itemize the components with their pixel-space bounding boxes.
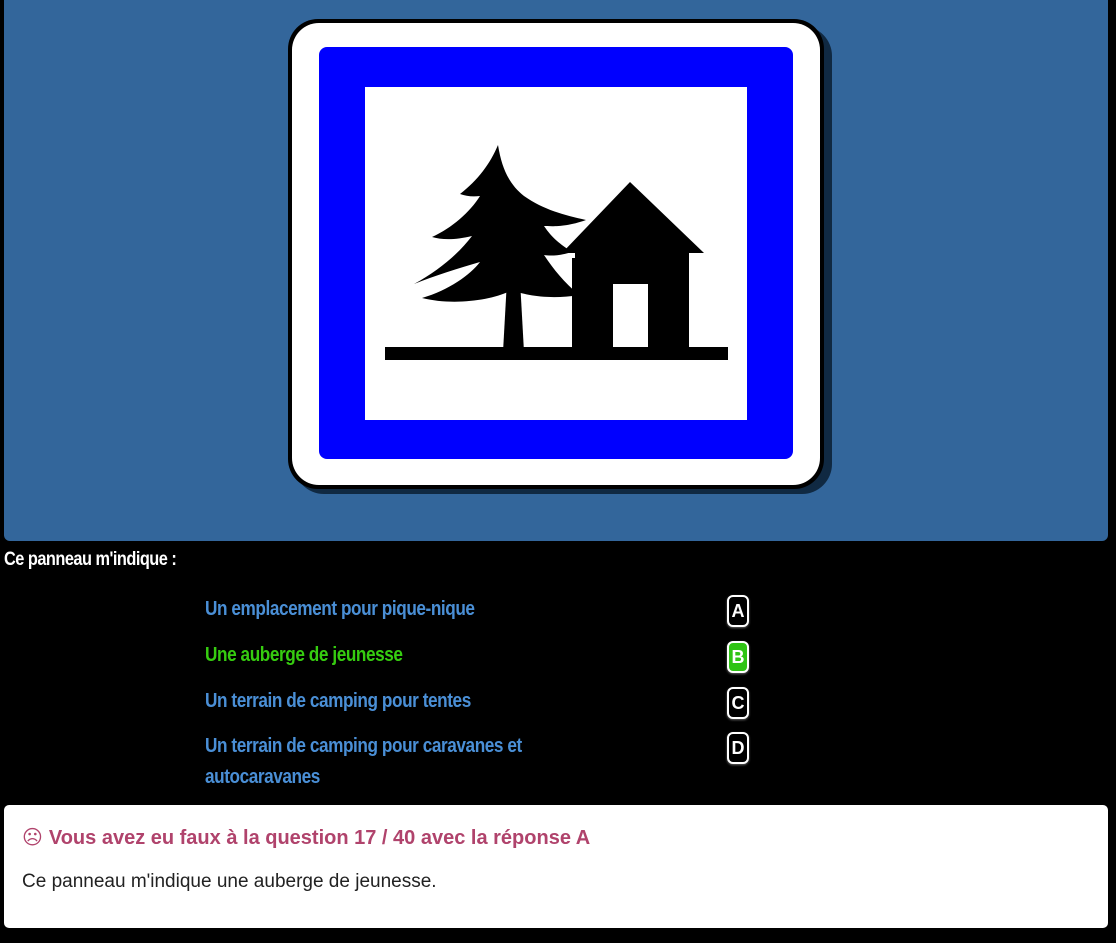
sad-face-icon: ☹	[22, 827, 43, 849]
tree-and-house-sign-icon	[288, 19, 832, 494]
answer-key-d[interactable]: D	[727, 732, 749, 764]
answer-label[interactable]: Un terrain de camping pour tentes	[205, 686, 583, 717]
answer-key-c[interactable]: C	[727, 687, 749, 719]
feedback-panel: ☹ Vous avez eu faux à la question 17 / 40…	[4, 805, 1108, 928]
answer-label[interactable]: Une auberge de jeunesse	[205, 640, 583, 671]
sign-image-panel	[4, 0, 1108, 541]
feedback-title-row: ☹ Vous avez eu faux à la question 17 / 40…	[22, 825, 590, 850]
answer-key-a[interactable]: A	[727, 595, 749, 627]
answer-option-d[interactable]: Un terrain de camping pour caravanes et …	[205, 731, 765, 793]
question-text: Ce panneau m'indique :	[4, 549, 177, 570]
answer-option-a[interactable]: Un emplacement pour pique-nique A	[205, 594, 765, 627]
answer-key-b[interactable]: B	[727, 641, 749, 673]
feedback-title: Vous avez eu faux à la question 17 / 40 …	[48, 827, 591, 849]
answer-label[interactable]: Un terrain de camping pour caravanes et …	[205, 731, 583, 793]
answer-label[interactable]: Un emplacement pour pique-nique	[205, 594, 583, 625]
answer-option-c[interactable]: Un terrain de camping pour tentes C	[205, 686, 765, 719]
answer-option-b[interactable]: Une auberge de jeunesse B	[205, 640, 765, 673]
feedback-explanation: Ce panneau m'indique une auberge de jeun…	[22, 871, 437, 892]
